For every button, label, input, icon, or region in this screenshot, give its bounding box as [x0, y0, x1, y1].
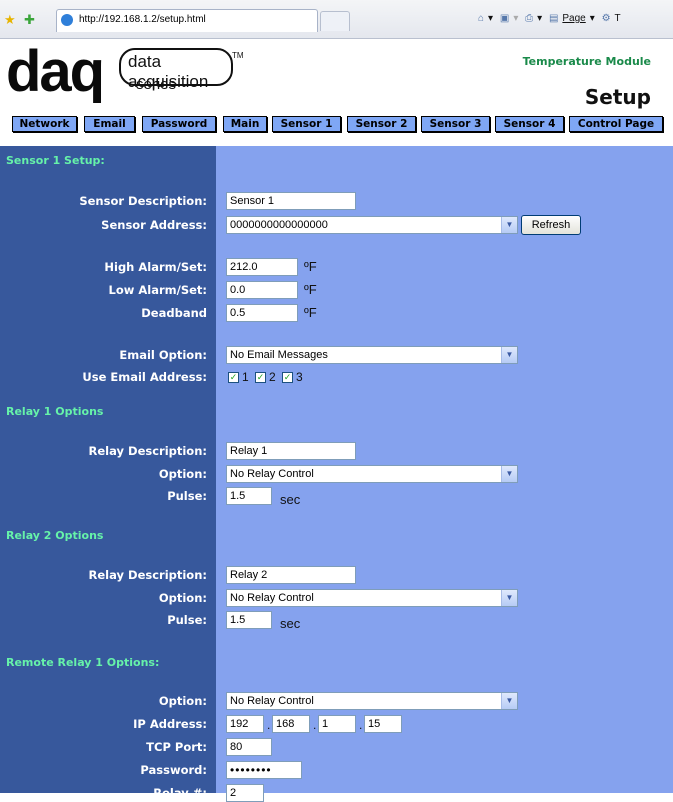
nav-sensor-1[interactable]: Sensor 1 — [272, 116, 341, 132]
relay-2-description-label: Relay Description: — [88, 568, 207, 582]
relay-2-description-input[interactable]: Relay 2 — [226, 566, 356, 584]
ip-octet-2-input[interactable]: 168 — [272, 715, 310, 733]
tcp-port-label: TCP Port: — [146, 740, 207, 754]
favorites-star-icon[interactable]: ★ — [4, 12, 16, 28]
logo-daq-text: daq — [6, 39, 105, 104]
high-alarm-label: High Alarm/Set: — [104, 260, 207, 274]
chevron-down-icon: ▼ — [501, 466, 517, 482]
ip-separator: . — [267, 718, 271, 732]
ip-octet-3-input[interactable]: 1 — [318, 715, 356, 733]
relay-1-option-label: Option: — [158, 467, 207, 481]
module-name: Temperature Module — [522, 55, 651, 68]
relay-2-option-select[interactable]: No Relay Control ▼ — [226, 589, 518, 607]
email-2-label: 2 — [269, 370, 276, 384]
chevron-down-icon: ▼ — [501, 693, 517, 709]
sensor-address-value: 0000000000000000 — [230, 219, 328, 231]
page-icon: ▤ — [548, 13, 559, 24]
nav-sensor-4[interactable]: Sensor 4 — [495, 116, 564, 132]
remote-option-value: No Relay Control — [230, 695, 314, 707]
email-address-checkboxes: ✓ 1 ✓ 2 ✓ 3 — [228, 370, 318, 384]
email-1-label: 1 — [242, 370, 249, 384]
relay-1-pulse-label: Pulse: — [167, 489, 207, 503]
email-option-value: No Email Messages — [230, 349, 328, 361]
relay-1-pulse-unit: sec — [280, 492, 301, 507]
daq-logo: daq data acquisition series TM — [6, 40, 244, 112]
tcp-port-input[interactable]: 80 — [226, 738, 272, 756]
relay-1-description-label: Relay Description: — [88, 444, 207, 458]
low-alarm-input[interactable]: 0.0 — [226, 281, 298, 299]
relay-number-label: Relay #: — [153, 786, 207, 800]
sensor-address-label: Sensor Address: — [101, 218, 207, 232]
remote-option-label: Option: — [158, 694, 207, 708]
relay-1-pulse-input[interactable]: 1.5 — [226, 487, 272, 505]
chevron-down-icon: ▼ — [501, 217, 517, 233]
use-email-label: Use Email Address: — [82, 370, 207, 384]
add-favorites-icon[interactable]: ✚ — [24, 12, 35, 28]
ip-separator: . — [359, 718, 363, 732]
ip-address-label: IP Address: — [133, 717, 207, 731]
nav-password[interactable]: Password — [142, 116, 216, 132]
nav-main[interactable]: Main — [223, 116, 267, 132]
nav-sensor-2[interactable]: Sensor 2 — [347, 116, 416, 132]
email-2-checkbox[interactable]: ✓ — [255, 372, 266, 383]
relay-2-pulse-unit: sec — [280, 616, 301, 631]
logo-series: series — [136, 76, 177, 93]
nav-email[interactable]: Email — [84, 116, 135, 132]
sensor-address-select[interactable]: 0000000000000000 ▼ — [226, 216, 518, 234]
ip-octet-1-input[interactable]: 192 — [226, 715, 264, 733]
sensor-description-input[interactable]: Sensor 1 — [226, 192, 356, 210]
deadband-unit: ºF — [304, 305, 317, 320]
home-icon[interactable]: ⌂ — [478, 13, 484, 24]
browser-toolbar: ★ ✚ http://192.168.1.2/setup.html ⌂ ▾ ▣ ▾ … — [0, 0, 673, 39]
browser-tab[interactable]: http://192.168.1.2/setup.html — [56, 9, 318, 32]
relay-2-pulse-input[interactable]: 1.5 — [226, 611, 272, 629]
logo-trademark: TM — [232, 51, 244, 60]
email-3-label: 3 — [296, 370, 303, 384]
ip-octet-4-input[interactable]: 15 — [364, 715, 402, 733]
low-alarm-label: Low Alarm/Set: — [108, 283, 208, 297]
chevron-down-icon: ▼ — [501, 347, 517, 363]
ip-separator: . — [313, 718, 317, 732]
high-alarm-unit: ºF — [304, 259, 317, 274]
feeds-icon[interactable]: ▣ — [500, 13, 509, 24]
new-tab-button[interactable] — [320, 11, 350, 31]
setup-form: Sensor 1 Setup: Sensor Description: Sens… — [0, 146, 673, 802]
deadband-input[interactable]: 0.5 — [226, 304, 298, 322]
remote-option-select[interactable]: No Relay Control ▼ — [226, 692, 518, 710]
password-input[interactable]: •••••••• — [226, 761, 302, 779]
tools-gear-icon: ⚙ — [601, 13, 611, 24]
page-menu[interactable]: Page — [562, 13, 585, 24]
page-title: Setup — [584, 85, 651, 109]
sensor-description-label: Sensor Description: — [79, 194, 207, 208]
tab-url: http://192.168.1.2/setup.html — [79, 14, 206, 25]
deadband-label: Deadband — [141, 306, 207, 320]
relay-1-option-value: No Relay Control — [230, 468, 314, 480]
high-alarm-input[interactable]: 212.0 — [226, 258, 298, 276]
nav-network[interactable]: Network — [12, 116, 77, 132]
relay-number-input[interactable]: 2 — [226, 784, 264, 802]
low-alarm-unit: ºF — [304, 282, 317, 297]
chevron-down-icon: ▼ — [501, 590, 517, 606]
email-option-select[interactable]: No Email Messages ▼ — [226, 346, 518, 364]
email-option-label: Email Option: — [119, 348, 207, 362]
email-3-checkbox[interactable]: ✓ — [282, 372, 293, 383]
section-relay-1: Relay 1 Options — [6, 405, 104, 418]
tools-menu[interactable]: T — [615, 13, 621, 24]
relay-1-option-select[interactable]: No Relay Control ▼ — [226, 465, 518, 483]
relay-2-option-label: Option: — [158, 591, 207, 605]
nav-sensor-3[interactable]: Sensor 3 — [421, 116, 490, 132]
ie-page-icon — [61, 14, 73, 26]
nav-control-page[interactable]: Control Page — [569, 116, 663, 132]
relay-1-description-input[interactable]: Relay 1 — [226, 442, 356, 460]
password-label: Password: — [140, 763, 207, 777]
command-bar: ⌂ ▾ ▣ ▾ ⎙ ▾ ▤ Page ▾ ⚙ T — [478, 13, 621, 24]
relay-2-option-value: No Relay Control — [230, 592, 314, 604]
email-1-checkbox[interactable]: ✓ — [228, 372, 239, 383]
section-remote-relay-1: Remote Relay 1 Options: — [6, 656, 160, 669]
section-sensor-setup: Sensor 1 Setup: — [6, 154, 105, 167]
print-icon[interactable]: ⎙ — [525, 13, 533, 24]
section-relay-2: Relay 2 Options — [6, 529, 104, 542]
relay-2-pulse-label: Pulse: — [167, 613, 207, 627]
refresh-button[interactable]: Refresh — [521, 215, 581, 235]
